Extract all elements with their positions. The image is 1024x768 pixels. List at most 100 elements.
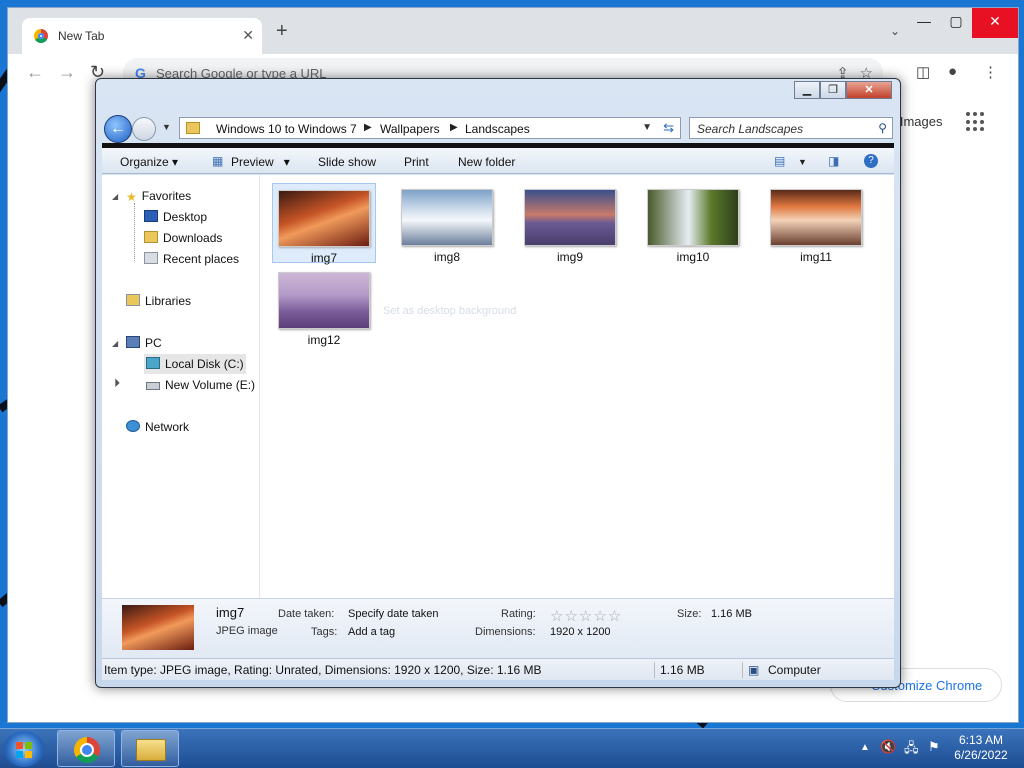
view-options-chevron-icon[interactable]: ▼ — [798, 157, 807, 167]
tree-item-downloads[interactable]: Downloads — [144, 231, 222, 245]
tree-item-pc[interactable]: PC — [126, 336, 162, 350]
preview-pane-icon[interactable]: ◨ — [828, 154, 839, 168]
chrome-tab-new-tab[interactable]: New Tab ✕ — [22, 18, 262, 54]
tree-item-local-disk[interactable]: Local Disk (C:) — [144, 354, 246, 374]
show-hidden-icons-icon[interactable]: ▲ — [860, 742, 870, 753]
thumbnail-image — [401, 189, 493, 246]
taskbar-chrome-button[interactable] — [57, 730, 115, 767]
status-bar: Item type: JPEG image, Rating: Unrated, … — [102, 658, 894, 680]
file-thumbnail[interactable]: img11 — [764, 183, 868, 264]
forward-button[interactable] — [132, 117, 156, 141]
context-menu-ghost: Set as desktop background — [383, 305, 517, 317]
chrome-icon — [74, 737, 100, 763]
change-view-icon[interactable]: ▤ — [774, 154, 785, 168]
print-button[interactable]: Print — [404, 155, 429, 169]
file-thumbnail[interactable]: img12 — [272, 266, 376, 347]
thumbnail-image — [524, 189, 616, 246]
folder-icon — [186, 122, 200, 134]
drive-icon — [146, 382, 160, 390]
file-thumbnail[interactable]: img8 — [395, 183, 499, 264]
chrome-tab-title: New Tab — [58, 29, 105, 43]
file-name: img12 — [307, 333, 341, 347]
back-arrow-icon[interactable]: ← — [26, 62, 44, 83]
minimize-icon[interactable]: — — [908, 8, 940, 38]
start-button[interactable] — [4, 731, 44, 767]
chrome-menu-icon[interactable]: ⋮ — [983, 63, 998, 81]
command-bar: Organize ▾ ▦ Preview ▾ Slide show Print … — [102, 148, 894, 174]
google-images-link[interactable]: Images — [900, 114, 943, 129]
breadcrumb-arrow-icon[interactable]: ▶ — [364, 122, 372, 133]
tree-label: Network — [145, 420, 190, 434]
date-taken-label: Date taken: — [278, 608, 335, 620]
tree-label: PC — [145, 336, 162, 350]
explorer-minimize-icon[interactable]: ▁ — [794, 81, 820, 99]
maximize-icon[interactable]: ▢ — [940, 8, 972, 38]
help-icon[interactable]: ? — [864, 154, 878, 168]
windows-logo-icon — [16, 742, 23, 749]
forward-arrow-icon[interactable]: → — [58, 62, 76, 83]
rating-label: Rating: — [501, 608, 536, 620]
file-thumbnail[interactable]: img9 — [518, 183, 622, 264]
collapse-arrow-icon[interactable]: ◢ — [110, 377, 121, 388]
file-thumbnail[interactable]: img7 — [272, 183, 376, 265]
status-size: 1.16 MB — [660, 663, 705, 677]
breadcrumb-item[interactable]: Wallpapers — [380, 122, 440, 136]
status-location: Computer — [768, 663, 821, 677]
tree-item-libraries[interactable]: Libraries — [126, 294, 191, 308]
computer-icon: ▣ — [748, 663, 760, 677]
tab-close-icon[interactable]: ✕ — [242, 27, 254, 44]
search-icon[interactable]: ⚲ — [878, 121, 887, 135]
breadcrumb-item[interactable]: Windows 10 to Windows 7 — [216, 122, 357, 136]
file-name: img10 — [676, 250, 710, 264]
network-icon — [126, 420, 140, 432]
explorer-body: ◢ ★ Favorites Desktop Downloads Recent pl… — [102, 175, 894, 598]
explorer-close-icon[interactable]: ✕ — [846, 81, 892, 99]
close-window-icon[interactable]: ✕ — [972, 8, 1018, 38]
breadcrumb-arrow-icon[interactable]: ▶ — [450, 122, 458, 133]
profile-avatar-icon[interactable]: ● — [948, 63, 957, 80]
rating-stars-icon[interactable]: ☆☆☆☆☆ — [550, 607, 622, 625]
tree-item-favorites[interactable]: ★ Favorites — [126, 189, 191, 204]
expand-arrow-icon[interactable]: ◢ — [112, 339, 118, 348]
back-button[interactable]: ← — [104, 115, 132, 143]
computer-icon — [126, 336, 140, 348]
refresh-icon[interactable]: ⇆ — [663, 120, 674, 136]
tab-search-chevron-icon[interactable]: ⌄ — [890, 24, 900, 38]
breadcrumb-item[interactable]: Landscapes — [465, 122, 530, 136]
address-bar[interactable]: Windows 10 to Windows 7 ▶ Wallpapers ▶ L… — [179, 117, 681, 139]
expand-arrow-icon[interactable]: ◢ — [112, 192, 118, 201]
explorer-folder-icon — [136, 739, 166, 761]
tree-label: Downloads — [163, 231, 223, 245]
new-tab-plus-icon[interactable]: + — [276, 21, 288, 41]
side-panel-icon[interactable]: ◫ — [916, 63, 930, 81]
taskbar-explorer-button[interactable] — [121, 730, 179, 767]
tree-item-recent-places[interactable]: Recent places — [144, 252, 239, 266]
search-placeholder: Search Landscapes — [697, 122, 804, 136]
action-center-icon[interactable]: ⚑ — [928, 739, 940, 755]
preview-button[interactable]: Preview ▾ — [231, 155, 290, 169]
new-folder-button[interactable]: New folder — [458, 155, 515, 169]
network-status-icon[interactable]: 🖧 — [904, 739, 919, 761]
google-apps-icon[interactable] — [966, 112, 986, 132]
slideshow-button[interactable]: Slide show — [318, 155, 376, 169]
file-name: img7 — [310, 251, 337, 265]
tree-item-network[interactable]: Network — [126, 420, 189, 434]
search-box[interactable]: Search Landscapes ⚲ — [689, 117, 893, 139]
downloads-folder-icon — [144, 231, 158, 243]
file-thumbnail[interactable]: img10 — [641, 183, 745, 264]
tree-label: Recent places — [163, 252, 240, 266]
clock-date: 6/26/2022 — [954, 748, 1008, 762]
organize-button[interactable]: Organize ▾ — [120, 155, 178, 169]
explorer-restore-icon[interactable]: ❐ — [820, 81, 846, 99]
date-taken-value[interactable]: Specify date taken — [348, 608, 439, 620]
tags-value[interactable]: Add a tag — [348, 626, 395, 638]
tree-item-desktop[interactable]: Desktop — [144, 210, 207, 224]
recent-pages-dropdown-icon[interactable]: ▼ — [162, 122, 171, 132]
address-dropdown-icon[interactable]: ▼ — [642, 122, 652, 133]
size-label: Size: — [677, 608, 702, 620]
volume-muted-icon[interactable]: 🔇 — [880, 739, 896, 755]
tree-item-new-volume[interactable]: New Volume (E:) — [144, 378, 257, 392]
size-value: 1.16 MB — [711, 608, 752, 620]
system-clock[interactable]: 6:13 AM 6/26/2022 — [944, 733, 1018, 763]
explorer-window: ▁ ❐ ✕ ← ▼ Windows 10 to Windows 7 ▶ Wall… — [95, 78, 901, 688]
